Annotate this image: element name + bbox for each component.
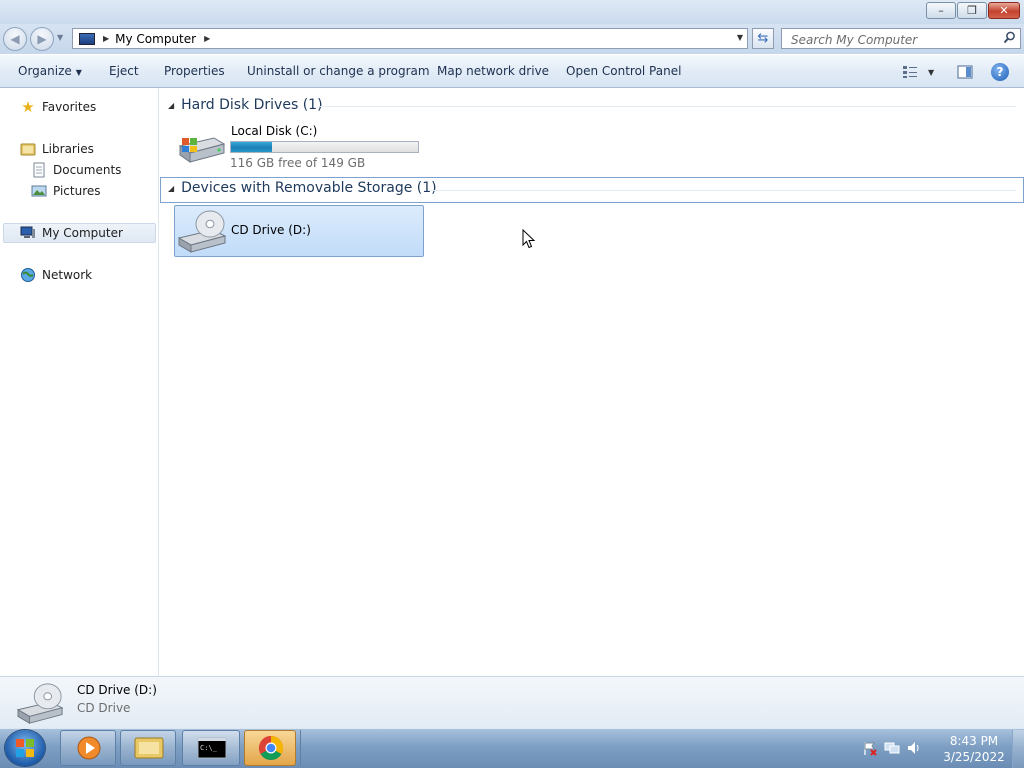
libraries-icon — [20, 141, 36, 157]
taskbar-chrome[interactable] — [244, 730, 296, 766]
group-header-hard-disk-drives[interactable]: ◢ Hard Disk Drives (1) — [168, 97, 323, 113]
mouse-cursor-icon — [522, 229, 536, 249]
open-control-panel-button[interactable]: Open Control Panel — [566, 64, 681, 78]
folder-icon — [134, 737, 164, 759]
nav-libraries[interactable]: Libraries — [20, 141, 94, 157]
breadcrumb-arrow-icon[interactable]: ▶ — [204, 34, 210, 43]
preview-pane-button[interactable] — [956, 63, 974, 81]
group-header-removable-storage[interactable]: ◢ Devices with Removable Storage (1) — [168, 180, 437, 196]
cd-drive-icon — [177, 210, 227, 253]
taskbar-clock[interactable]: 8:43 PM 3/25/2022 — [943, 733, 1005, 765]
breadcrumb-my-computer[interactable]: My Computer — [115, 32, 196, 46]
nav-my-computer[interactable]: My Computer — [20, 225, 123, 241]
nav-network-label: Network — [42, 268, 93, 282]
title-bar — [0, 0, 1024, 24]
forward-button[interactable]: ▶ — [30, 27, 54, 51]
volume-icon[interactable] — [906, 740, 922, 756]
taskbar-media-player[interactable] — [60, 730, 116, 766]
close-button[interactable]: ✕ — [988, 2, 1020, 19]
recent-pages-dropdown[interactable]: ▼ — [57, 33, 63, 42]
nav-my-computer-label: My Computer — [42, 226, 123, 240]
nav-documents-label: Documents — [53, 163, 122, 177]
maximize-button[interactable]: ❐ — [957, 2, 987, 19]
nav-pictures-label: Pictures — [53, 184, 101, 198]
back-arrow-icon: ◀ — [10, 32, 20, 46]
properties-button[interactable]: Properties — [164, 64, 225, 78]
chevron-down-icon[interactable]: ▼ — [928, 68, 934, 77]
cd-drive-icon — [16, 683, 64, 725]
command-prompt-icon: C:\_ — [197, 737, 227, 759]
nav-documents[interactable]: Documents — [31, 162, 121, 178]
computer-icon — [79, 32, 95, 45]
chevron-down-icon: ▼ — [75, 68, 82, 77]
pictures-icon — [31, 183, 47, 199]
windows-logo-icon — [16, 739, 34, 757]
network-status-icon[interactable] — [884, 740, 900, 756]
change-view-button[interactable]: ▼ — [902, 63, 938, 81]
forward-arrow-icon: ▶ — [37, 32, 47, 46]
address-dropdown-icon[interactable]: ▼ — [737, 33, 743, 42]
clock-date: 3/25/2022 — [943, 750, 1005, 764]
media-player-icon — [77, 736, 101, 760]
nav-favorites[interactable]: ★ Favorites — [20, 98, 97, 116]
address-bar[interactable]: ▶ My Computer ▶ ▼ — [72, 28, 748, 49]
computer-icon — [20, 225, 36, 241]
refresh-icon: ⇆ — [757, 31, 769, 46]
hard-drive-icon — [178, 137, 226, 163]
view-details-icon — [903, 66, 917, 78]
eject-button[interactable]: Eject — [109, 64, 139, 78]
chrome-icon — [258, 736, 284, 761]
search-icon[interactable] — [1003, 31, 1016, 44]
drive-c-usage-bar — [230, 141, 419, 153]
collapse-triangle-icon[interactable]: ◢ — [168, 184, 174, 193]
refresh-button[interactable]: ⇆ — [752, 28, 774, 49]
details-item-type: CD Drive — [77, 701, 131, 715]
documents-icon — [31, 162, 47, 178]
search-input[interactable] — [789, 30, 998, 49]
taskbar-windows-explorer[interactable] — [120, 730, 176, 766]
nav-favorites-label: Favorites — [42, 100, 97, 114]
details-item-name: CD Drive (D:) — [77, 683, 157, 697]
organize-menu[interactable]: Organize ▼ — [18, 64, 82, 78]
action-center-flag-icon[interactable] — [862, 740, 878, 756]
organize-label: Organize — [18, 64, 72, 78]
drive-c-usage-fill — [231, 142, 273, 152]
system-tray — [862, 734, 940, 762]
drive-c-name: Local Disk (C:) — [231, 124, 318, 138]
star-icon: ★ — [21, 98, 35, 116]
minimize-button[interactable]: – — [926, 2, 956, 19]
help-button[interactable]: ? — [991, 63, 1009, 81]
svg-text:C:\_: C:\_ — [200, 744, 218, 752]
drive-d-name: CD Drive (D:) — [231, 223, 311, 237]
clock-time: 8:43 PM — [949, 734, 999, 748]
uninstall-program-button[interactable]: Uninstall or change a program — [247, 64, 430, 78]
back-button[interactable]: ◀ — [3, 27, 27, 51]
breadcrumb-arrow-icon[interactable]: ▶ — [103, 34, 109, 43]
group-divider — [429, 190, 1016, 191]
search-box[interactable] — [781, 28, 1021, 49]
drive-c-free-space: 116 GB free of 149 GB — [230, 156, 366, 170]
taskbar-command-prompt[interactable]: C:\_ — [182, 730, 240, 766]
map-network-drive-button[interactable]: Map network drive — [437, 64, 549, 78]
start-button[interactable] — [5, 730, 45, 766]
show-desktop-button[interactable] — [1012, 730, 1024, 768]
nav-network[interactable]: Network — [20, 267, 92, 283]
nav-pictures[interactable]: Pictures — [31, 183, 101, 199]
group-divider — [320, 106, 1016, 107]
nav-libraries-label: Libraries — [42, 142, 94, 156]
group-header-label: Hard Disk Drives (1) — [181, 97, 323, 113]
network-icon — [20, 267, 36, 283]
preview-pane-icon — [957, 65, 973, 79]
taskbar-divider — [300, 730, 301, 766]
group-header-label: Devices with Removable Storage (1) — [181, 180, 437, 196]
collapse-triangle-icon[interactable]: ◢ — [168, 101, 174, 110]
